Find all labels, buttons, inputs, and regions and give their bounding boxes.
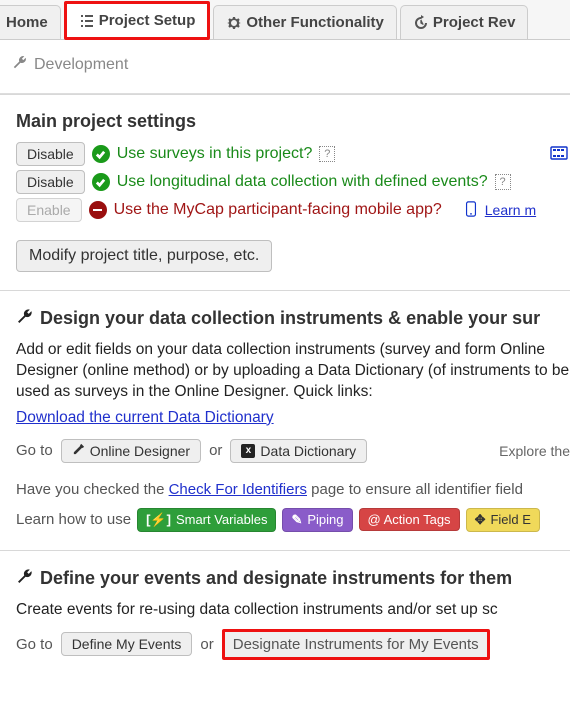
- tab-project-setup-label: Project Setup: [99, 12, 196, 29]
- chip-action-tags[interactable]: @ Action Tags: [359, 508, 460, 531]
- phone-icon: [464, 201, 478, 220]
- online-designer-label: Online Designer: [90, 443, 190, 459]
- disable-surveys-button[interactable]: Disable: [16, 142, 85, 166]
- goto-label: Go to: [16, 636, 53, 653]
- chip-smart-label: Smart Variables: [176, 512, 268, 527]
- row-mycap: Enable Use the MyCap participant-facing …: [16, 198, 570, 222]
- mycap-text: Use the MyCap participant-facing mobile …: [114, 201, 442, 219]
- tab-project-revision-label: Project Rev: [433, 14, 516, 31]
- help-icon[interactable]: ?: [495, 174, 511, 190]
- minus-circle-icon: [89, 201, 107, 219]
- panel-main-settings: Main project settings Disable Use survey…: [0, 94, 570, 290]
- move-icon: ✥: [475, 512, 486, 528]
- tab-home-label: Home: [6, 14, 48, 31]
- design-body-text: Add or edit fields on your data collecti…: [16, 340, 570, 403]
- tab-other-functionality-label: Other Functionality: [246, 14, 384, 31]
- events-body-text: Create events for re-using data collecti…: [16, 600, 570, 621]
- row-longitudinal: Disable Use longitudinal data collection…: [16, 170, 570, 194]
- learn-how-label: Learn how to use: [16, 511, 131, 528]
- define-my-events-button[interactable]: Define My Events: [61, 632, 193, 656]
- tab-project-setup[interactable]: Project Setup: [64, 1, 211, 40]
- tab-other-functionality[interactable]: Other Functionality: [213, 5, 397, 39]
- identifiers-row: Have you checked the Check For Identifie…: [16, 481, 570, 498]
- chip-field-label: Field E: [490, 512, 530, 527]
- history-icon: [413, 15, 429, 31]
- or-label: or: [209, 442, 222, 459]
- online-designer-button[interactable]: Online Designer: [61, 439, 201, 463]
- disable-longitudinal-button[interactable]: Disable: [16, 170, 85, 194]
- download-data-dictionary-link[interactable]: Download the current Data Dictionary: [16, 409, 274, 426]
- data-dictionary-label: Data Dictionary: [260, 443, 356, 459]
- surveys-text: Use surveys in this project?: [117, 145, 313, 163]
- chip-piping[interactable]: ✎ Piping: [282, 508, 352, 532]
- main-settings-heading: Main project settings: [16, 111, 570, 132]
- tab-project-revision[interactable]: Project Rev: [400, 5, 529, 39]
- goto-events-row: Go to Define My Events or Designate Inst…: [16, 629, 570, 660]
- development-status: Development: [0, 40, 570, 94]
- pencil-icon: [72, 443, 85, 459]
- goto-designer-row: Go to Online Designer or x Data Dictiona…: [16, 439, 570, 463]
- chip-piping-label: Piping: [307, 512, 343, 527]
- video-icon[interactable]: [550, 144, 568, 165]
- data-dictionary-button[interactable]: x Data Dictionary: [230, 439, 367, 463]
- wrench-icon: [12, 54, 28, 75]
- modify-project-button[interactable]: Modify project title, purpose, etc.: [16, 240, 272, 272]
- bolt-icon: [⚡]: [146, 512, 171, 528]
- check-circle-icon: [92, 173, 110, 191]
- learn-how-row: Learn how to use [⚡] Smart Variables ✎ P…: [16, 508, 570, 532]
- row-surveys: Disable Use surveys in this project? ?: [16, 142, 570, 166]
- design-heading-text: Design your data collection instruments …: [40, 308, 540, 329]
- gear-icon: [226, 15, 242, 31]
- check-circle-icon: [92, 145, 110, 163]
- designate-instruments-button[interactable]: Designate Instruments for My Events: [222, 629, 490, 660]
- identifiers-post: page to ensure all identifier field: [307, 481, 523, 498]
- development-label: Development: [34, 56, 128, 74]
- events-heading-text: Define your events and designate instrum…: [40, 568, 512, 589]
- panel-define-events: Define your events and designate instrum…: [0, 550, 570, 678]
- checklist-icon: [79, 13, 95, 29]
- longitudinal-text: Use longitudinal data collection with de…: [117, 173, 488, 191]
- wand-icon: ✎: [291, 512, 302, 528]
- identifiers-pre: Have you checked the: [16, 481, 169, 498]
- panel-design-instruments: Design your data collection instruments …: [0, 290, 570, 550]
- tab-bar: Home Project Setup Other Functionality P…: [0, 0, 570, 40]
- excel-icon: x: [241, 444, 255, 458]
- wrench-icon: [16, 307, 34, 330]
- learn-more-link[interactable]: Learn m: [485, 202, 536, 218]
- chip-field-embed[interactable]: ✥ Field E: [466, 508, 540, 532]
- explore-label: Explore the: [499, 443, 570, 459]
- chip-action-label: @ Action Tags: [368, 512, 451, 527]
- or-label: or: [200, 636, 213, 653]
- check-identifiers-link[interactable]: Check For Identifiers: [169, 481, 307, 498]
- design-heading: Design your data collection instruments …: [16, 307, 570, 330]
- events-heading: Define your events and designate instrum…: [16, 567, 570, 590]
- wrench-icon: [16, 567, 34, 590]
- enable-mycap-button[interactable]: Enable: [16, 198, 82, 222]
- goto-label: Go to: [16, 442, 53, 459]
- chip-smart-variables[interactable]: [⚡] Smart Variables: [137, 508, 276, 532]
- help-icon[interactable]: ?: [319, 146, 335, 162]
- tab-home[interactable]: Home: [0, 5, 61, 39]
